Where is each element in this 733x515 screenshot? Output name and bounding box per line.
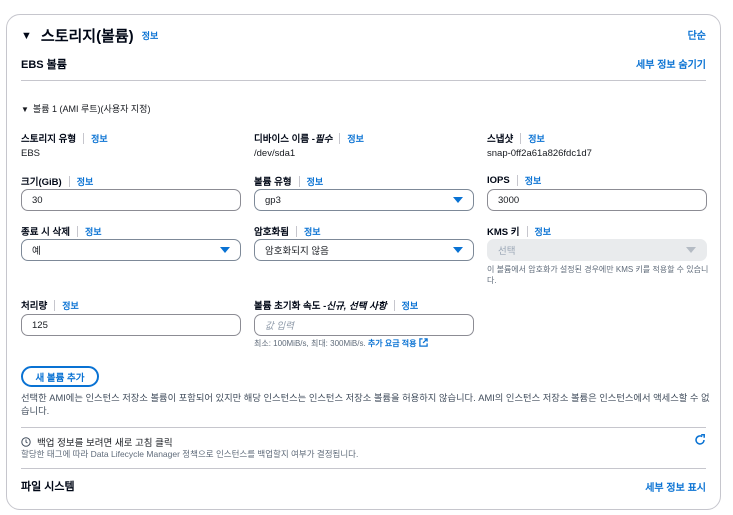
section-info-link[interactable]: 정보 <box>142 29 159 42</box>
throughput-info-link[interactable]: 정보 <box>62 299 79 312</box>
kms-key-hint: 이 볼륨에서 암호화가 설정된 경우에만 KMS 키를 적용할 수 있습니다. <box>487 265 709 285</box>
throughput-label: 처리량 정보 <box>21 299 79 312</box>
size-input[interactable]: 30 <box>21 189 241 211</box>
divider <box>21 427 706 428</box>
volume-type-info-link[interactable]: 정보 <box>307 175 324 188</box>
storage-type-label: 스토리지 유형 정보 <box>21 132 108 145</box>
show-details-link[interactable]: 세부 정보 표시 <box>645 479 706 494</box>
iops-label: IOPS 정보 <box>487 174 542 187</box>
divider <box>21 80 706 81</box>
section-title: 스토리지(볼륨) <box>40 28 134 45</box>
extra-charges-link[interactable]: 추가 요금 적용 <box>368 339 417 348</box>
iops-input[interactable]: 3000 <box>487 189 707 211</box>
kms-key-select[interactable]: 선택 <box>487 239 707 261</box>
init-rate-label: 볼륨 초기화 속도 - 신규, 선택 사항 정보 <box>254 299 419 312</box>
storage-type-info-link[interactable]: 정보 <box>91 132 108 145</box>
clock-icon <box>21 437 31 447</box>
device-name-value: /dev/sda1 <box>254 148 296 159</box>
init-rate-hint: 최소: 100MiB/s, 최대: 300MiB/s. 추가 요금 적용 <box>254 338 428 349</box>
encrypted-label: 암호화됨 정보 <box>254 225 321 238</box>
ebs-volumes-title: EBS 볼륨 <box>21 59 67 71</box>
dropdown-caret-icon <box>453 247 463 253</box>
storage-type-value: EBS <box>21 148 41 159</box>
size-info-link[interactable]: 정보 <box>77 175 94 188</box>
init-rate-info-link[interactable]: 정보 <box>402 299 419 312</box>
storage-section-header[interactable]: ▼ 스토리지(볼륨) 정보 <box>21 25 158 46</box>
size-label: 크기(GiB) 정보 <box>21 175 94 188</box>
device-name-info-link[interactable]: 정보 <box>347 132 364 145</box>
add-volume-button[interactable]: 새 볼륨 추가 <box>21 366 99 387</box>
encrypted-info-link[interactable]: 정보 <box>304 225 321 238</box>
device-name-label: 디바이스 이름 - 필수 정보 <box>254 132 364 145</box>
dropdown-caret-icon <box>220 247 230 253</box>
throughput-input[interactable]: 125 <box>21 314 241 336</box>
collapse-triangle-icon[interactable]: ▼ <box>21 30 32 42</box>
kms-key-info-link[interactable]: 정보 <box>535 225 552 238</box>
volume-type-select[interactable]: gp3 <box>254 189 474 211</box>
simple-view-link[interactable]: 단순 <box>688 27 706 42</box>
external-link-icon[interactable] <box>419 338 428 348</box>
init-rate-input[interactable]: 값 입력 <box>254 314 474 336</box>
divider <box>21 468 706 469</box>
delete-on-termination-select[interactable]: 예 <box>21 239 241 261</box>
filesystem-title: 파일 시스템 <box>21 481 75 493</box>
delete-on-termination-info-link[interactable]: 정보 <box>85 225 102 238</box>
refresh-icon[interactable] <box>694 433 706 451</box>
volume-1-header[interactable]: ▼ 볼륨 1 (AMI 루트)(사용자 지정) <box>21 102 150 115</box>
kms-key-label: KMS 키 정보 <box>487 225 552 238</box>
hide-details-link[interactable]: 세부 정보 숨기기 <box>636 56 706 71</box>
expand-triangle-icon[interactable]: ▼ <box>21 105 29 114</box>
snapshot-info-link[interactable]: 정보 <box>528 132 545 145</box>
volume-type-label: 볼륨 유형 정보 <box>254 175 324 188</box>
backup-info-title: 백업 정보를 보려면 새로 고침 클릭 <box>37 438 173 449</box>
snapshot-value: snap-0ff2a61a826fdc1d7 <box>487 148 592 159</box>
iops-info-link[interactable]: 정보 <box>525 174 542 187</box>
dropdown-caret-icon <box>686 247 696 253</box>
storage-panel: ▼ 스토리지(볼륨) 정보 단순 EBS 볼륨 세부 정보 숨기기 ▼ 볼륨 1 … <box>6 14 721 510</box>
snapshot-label: 스냅샷 정보 <box>487 132 545 145</box>
backup-info-description: 할당한 태그에 따라 Data Lifecycle Manager 정책으로 인… <box>21 449 359 459</box>
dropdown-caret-icon <box>453 197 463 203</box>
encrypted-select[interactable]: 암호화되지 않음 <box>254 239 474 261</box>
delete-on-termination-label: 종료 시 삭제 정보 <box>21 225 102 238</box>
ami-instance-store-note: 선택한 AMI에는 인스턴스 저장소 볼륨이 포함되어 있지만 해당 인스턴스는… <box>21 393 710 416</box>
backup-info-row: 백업 정보를 보려면 새로 고침 클릭 <box>21 435 173 449</box>
